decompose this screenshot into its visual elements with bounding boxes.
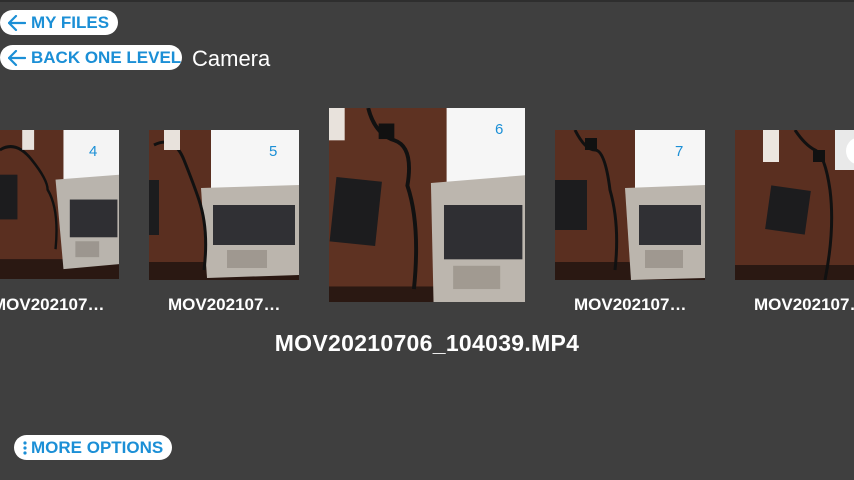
back-one-level-button[interactable]: BACK ONE LEVEL bbox=[0, 45, 182, 70]
my-files-button[interactable]: MY FILES bbox=[0, 10, 118, 35]
video-thumbnail-4[interactable] bbox=[0, 130, 119, 279]
thumbnail-number-5: 5 bbox=[269, 143, 278, 160]
thumbnail-caption-4: MOV202107… bbox=[0, 295, 105, 314]
thumbnail-number-6: 6 bbox=[495, 121, 504, 138]
back-one-level-label: BACK ONE LEVEL bbox=[31, 47, 182, 67]
top-divider bbox=[0, 0, 854, 2]
thumbnail-caption-5: MOV202107… bbox=[168, 295, 281, 314]
more-options-button[interactable]: MORE OPTIONS bbox=[14, 435, 172, 460]
thumbnail-caption-7: MOV202107… bbox=[574, 295, 687, 314]
folder-title: Camera bbox=[192, 46, 271, 71]
more-options-label: MORE OPTIONS bbox=[31, 437, 164, 457]
vertical-dots-icon bbox=[23, 440, 27, 455]
thumbnail-number-4: 4 bbox=[89, 143, 98, 160]
selected-file-name: MOV20210706_104039.MP4 bbox=[274, 330, 580, 356]
arrow-left-icon bbox=[8, 49, 26, 66]
video-preview-image bbox=[0, 130, 119, 279]
video-thumbnail-8[interactable] bbox=[735, 130, 854, 280]
video-preview-image bbox=[735, 130, 854, 280]
thumbnail-caption-8: MOV202107… bbox=[754, 295, 854, 314]
thumbnail-number-7: 7 bbox=[675, 143, 684, 160]
my-files-label: MY FILES bbox=[31, 12, 110, 32]
arrow-left-icon bbox=[8, 14, 26, 31]
